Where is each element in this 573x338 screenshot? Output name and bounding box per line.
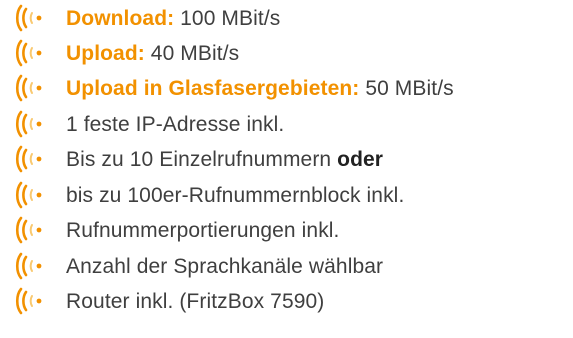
feature-value: 40 MBit/s [150, 42, 240, 65]
feature-label: Upload: [66, 42, 145, 65]
feature-item-sprachkanaele: Anzahl der Sprachkanäle wählbar [0, 250, 573, 284]
feature-text-part: Bis zu 10 Einzelrufnummern [66, 148, 332, 171]
feature-item-rufnummernblock: bis zu 100er-Rufnummernblock inkl. [0, 179, 573, 213]
feature-text: Upload: 40 MBit/s [66, 37, 239, 71]
signal-wave-icon [14, 74, 48, 102]
feature-item-router: Router inkl. (FritzBox 7590) [0, 285, 573, 319]
feature-text: Upload in Glasfasergebieten: 50 MBit/s [66, 72, 454, 106]
feature-item-einzelrufnummern: Bis zu 10 Einzelrufnummern oder [0, 143, 573, 177]
feature-text: bis zu 100er-Rufnummernblock inkl. [66, 184, 405, 207]
feature-item-download: Download: 100 MBit/s [0, 2, 573, 36]
feature-item-ip-adresse: 1 feste IP-Adresse inkl. [0, 108, 573, 142]
feature-item-upload-glasfaser: Upload in Glasfasergebieten: 50 MBit/s [0, 72, 573, 106]
signal-wave-icon [14, 110, 48, 138]
signal-wave-icon [14, 287, 48, 315]
feature-value: 50 MBit/s [365, 77, 454, 100]
feature-label: Upload in Glasfasergebieten: [66, 77, 360, 100]
signal-wave-icon [14, 145, 48, 173]
signal-wave-icon [14, 4, 48, 32]
feature-text: 1 feste IP-Adresse inkl. [66, 113, 285, 136]
feature-item-upload: Upload: 40 MBit/s [0, 37, 573, 71]
feature-value: 100 MBit/s [180, 7, 281, 30]
feature-text: Rufnummerportierungen inkl. [66, 219, 340, 242]
feature-item-portierungen: Rufnummerportierungen inkl. [0, 214, 573, 248]
signal-wave-icon [14, 252, 48, 280]
signal-wave-icon [14, 39, 48, 67]
signal-wave-icon [14, 216, 48, 244]
feature-text: Bis zu 10 Einzelrufnummern oder [66, 143, 383, 177]
feature-text: Router inkl. (FritzBox 7590) [66, 290, 325, 313]
feature-text-bold: oder [337, 148, 384, 171]
feature-text: Download: 100 MBit/s [66, 2, 280, 36]
signal-wave-icon [14, 181, 48, 209]
feature-label: Download: [66, 7, 175, 30]
feature-text: Anzahl der Sprachkanäle wählbar [66, 255, 384, 278]
feature-list: Download: 100 MBit/s Upload: 40 MBit/s U… [0, 0, 573, 338]
